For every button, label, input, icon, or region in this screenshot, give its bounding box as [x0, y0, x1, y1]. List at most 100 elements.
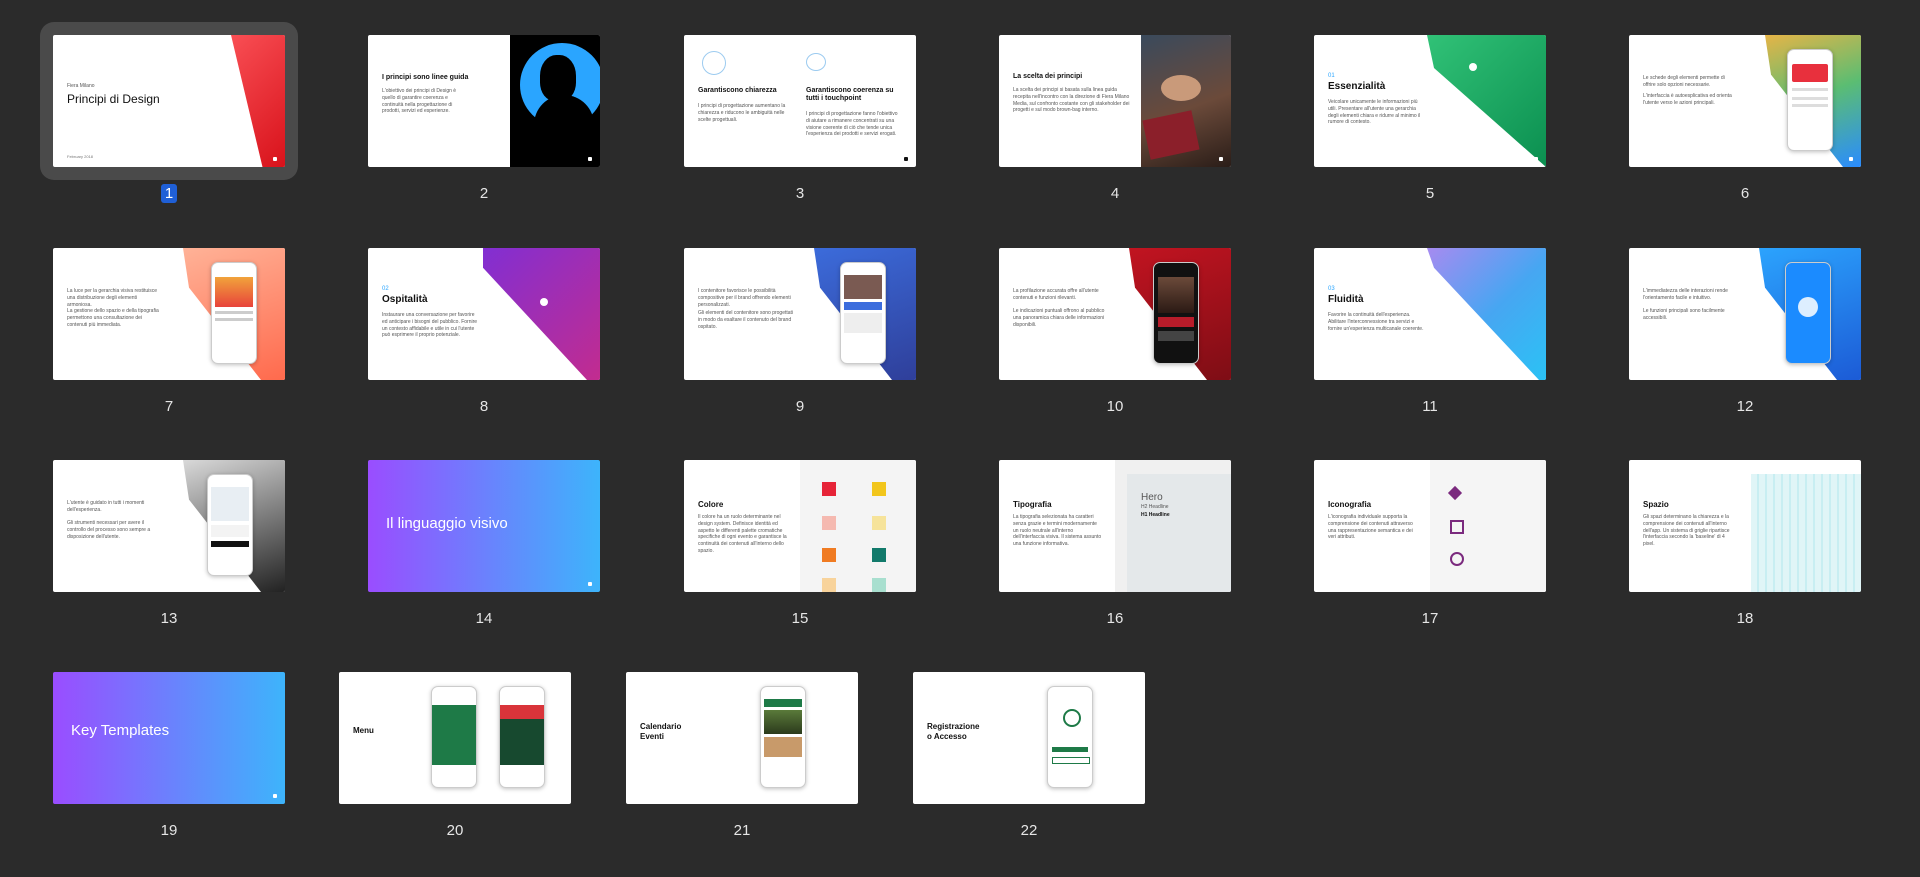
slide-preview: Il linguaggio visivo — [368, 460, 600, 592]
slide-preview: Hero H2 Headline H1 Headline Tipografia … — [999, 460, 1231, 592]
color-swatches-panel — [800, 460, 916, 592]
shazam-icon — [1798, 297, 1818, 317]
phone-mockup — [431, 686, 477, 788]
purple-shape-image — [483, 248, 600, 380]
slide-thumbnail-1[interactable]: Fiera Milano Principi di Design February… — [40, 22, 298, 235]
slide-thumbnail-12[interactable]: L'immediatezza delle interazioni rende l… — [1629, 248, 1861, 448]
slide-thumbnail-18[interactable]: Spazio Gli spazi determinano la chiarezz… — [1629, 460, 1861, 660]
type-sample-hero: Hero — [1141, 492, 1163, 503]
slide-preview: 01 Essenzialità Veicolare unicamente le … — [1314, 35, 1546, 167]
slide-body: Veicolare unicamente le informazioni più… — [1328, 99, 1421, 126]
slide-number: 20 — [446, 822, 464, 839]
slide-preview: Iconografia L'iconografia individuale su… — [1314, 460, 1546, 592]
slide-thumbnail-3[interactable]: Garantiscono chiarezza Garantiscono coer… — [684, 35, 916, 235]
bullet-2: Le funzioni principali sono facilmente a… — [1643, 308, 1725, 321]
slide-preview: Fiera Milano Principi di Design February… — [53, 35, 285, 167]
slide-thumbnail-7[interactable]: La luce per la gerarchia visiva restitui… — [53, 248, 285, 448]
slide-thumbnail-20[interactable]: Menu 20 — [339, 672, 571, 872]
type-sample-h2: H2 Headline — [1141, 504, 1169, 510]
slide-preview: Calendario Eventi — [626, 672, 858, 804]
slide-body: Instaurare una conversazione per favorir… — [382, 312, 478, 339]
slide-preview: 03 Fluidità Favorire la continuità dell'… — [1314, 248, 1546, 380]
slide-title: Iconografia — [1328, 500, 1372, 509]
phone-mockup — [1153, 262, 1199, 364]
slide-thumbnail-21[interactable]: Calendario Eventi 21 — [626, 672, 858, 872]
slide-thumbnail-17[interactable]: Iconografia L'iconografia individuale su… — [1314, 460, 1546, 660]
logo-mark-icon — [588, 157, 592, 161]
logo-mark-icon — [273, 157, 277, 161]
bullet-2: Gli strumenti necessari per avere il con… — [67, 520, 151, 540]
slide-thumbnail-2[interactable]: I principi sono linee guida L'obiettivo … — [368, 35, 600, 235]
silhouette-image — [510, 35, 600, 167]
bullet-1: La luce per la gerarchia visiva restitui… — [67, 288, 158, 308]
slide-number: 18 — [1736, 610, 1754, 627]
logo-mark-icon — [273, 794, 277, 798]
slide-number: 4 — [1110, 185, 1120, 202]
slide-thumbnail-16[interactable]: Hero H2 Headline H1 Headline Tipografia … — [999, 460, 1231, 660]
slide-preview: Colore Il colore ha un ruolo determinant… — [684, 460, 916, 592]
slide-body-left: I principi di progettazione aumentano la… — [698, 103, 786, 123]
slide-preview: Key Templates — [53, 672, 285, 804]
slide-number: 2 — [479, 185, 489, 202]
slide-title: Il linguaggio visivo — [386, 515, 508, 532]
slide-body: L'obiettivo dei principi di Design è que… — [382, 88, 457, 115]
slide-thumbnail-8[interactable]: 02 Ospitalità Instaurare una conversazio… — [368, 248, 600, 448]
bullet-1: L'immediatezza delle interazioni rende l… — [1643, 288, 1728, 301]
bullet-1: Le schede degli elementi permette di off… — [1643, 75, 1725, 88]
slide-number: 7 — [164, 398, 174, 415]
slide-thumbnail-9[interactable]: I contenitore favorisce le possibilità c… — [684, 248, 916, 448]
logo-mark-icon — [904, 157, 908, 161]
phone-mockup — [840, 262, 886, 364]
slide-number: 1 — [53, 184, 285, 203]
slide-body: Favorire la continuità dell'esperienza. … — [1328, 312, 1424, 332]
bullet-2: L'interfaccia è autoesplicativa ed orien… — [1643, 93, 1732, 106]
slide-thumbnail-5[interactable]: 01 Essenzialità Veicolare unicamente le … — [1314, 35, 1546, 235]
slide-preview: I principi sono linee guida L'obiettivo … — [368, 35, 600, 167]
icons-panel — [1430, 460, 1546, 592]
slide-title: Ospitalità — [382, 294, 428, 305]
slide-preview: Registrazione o Accesso — [913, 672, 1145, 804]
slide-thumbnail-22[interactable]: Registrazione o Accesso 22 — [913, 672, 1145, 872]
logo-mark-icon — [1849, 157, 1853, 161]
slide-body: L'iconografia individuale supporta la co… — [1328, 514, 1413, 541]
slide-title: I principi sono linee guida — [382, 74, 469, 81]
grid-layout-image — [1751, 474, 1861, 592]
slide-title: Fluidità — [1328, 294, 1364, 305]
slide-preview: L'utente è guidato in tutti i momenti de… — [53, 460, 285, 592]
slide-thumbnail-14[interactable]: Il linguaggio visivo 14 — [368, 460, 600, 660]
slide-number: 21 — [733, 822, 751, 839]
slide-preview: L'immediatezza delle interazioni rende l… — [1629, 248, 1861, 380]
slide-number: 10 — [1106, 398, 1124, 415]
edit-icon — [1450, 520, 1464, 534]
slide-number: 5 — [1425, 185, 1435, 202]
slide-number: 9 — [795, 398, 805, 415]
green-shape-image — [1427, 35, 1546, 167]
slide-thumbnail-15[interactable]: Colore Il colore ha un ruolo determinant… — [684, 460, 916, 660]
slide-thumbnail-11[interactable]: 03 Fluidità Favorire la continuità dell'… — [1314, 248, 1546, 448]
slide-body-right: I principi di progettazione fanno l'obie… — [806, 111, 898, 138]
bullet-2: La gestione dello spazio e della tipogra… — [67, 308, 159, 328]
slide-number: 8 — [479, 398, 489, 415]
slide-number: 19 — [160, 822, 178, 839]
slide-title-left: Garantiscono chiarezza — [698, 87, 777, 94]
slide-thumbnail-6[interactable]: Le schede degli elementi permette di off… — [1629, 35, 1861, 235]
slide-preview: 02 Ospitalità Instaurare una conversazio… — [368, 248, 600, 380]
slide-thumbnail-10[interactable]: La profilazione accurata offre all'utent… — [999, 248, 1231, 448]
slide-number: 11 — [1422, 398, 1438, 415]
user-icon — [1450, 552, 1464, 566]
slide-preview: La luce per la gerarchia visiva restitui… — [53, 248, 285, 380]
slide-preview: La scelta dei principi La scelta dei pri… — [999, 35, 1231, 167]
phone-mockup — [760, 686, 806, 788]
slide-thumbnail-13[interactable]: L'utente è guidato in tutti i momenti de… — [53, 460, 285, 660]
typography-panel: Hero H2 Headline H1 Headline — [1115, 460, 1231, 592]
phone-mockup — [1787, 49, 1833, 151]
slide-thumbnail-4[interactable]: La scelta dei principi La scelta dei pri… — [999, 35, 1231, 235]
slide-thumbnail-19[interactable]: Key Templates 19 — [53, 672, 285, 872]
section-index: 01 — [1328, 73, 1335, 79]
slide-preview: I contenitore favorisce le possibilità c… — [684, 248, 916, 380]
slide-author: Fiera Milano — [67, 83, 95, 89]
phone-mockup — [499, 686, 545, 788]
phone-mockup — [1047, 686, 1093, 788]
tag-icon — [1447, 485, 1463, 501]
slide-title: Essenzialità — [1328, 81, 1386, 92]
